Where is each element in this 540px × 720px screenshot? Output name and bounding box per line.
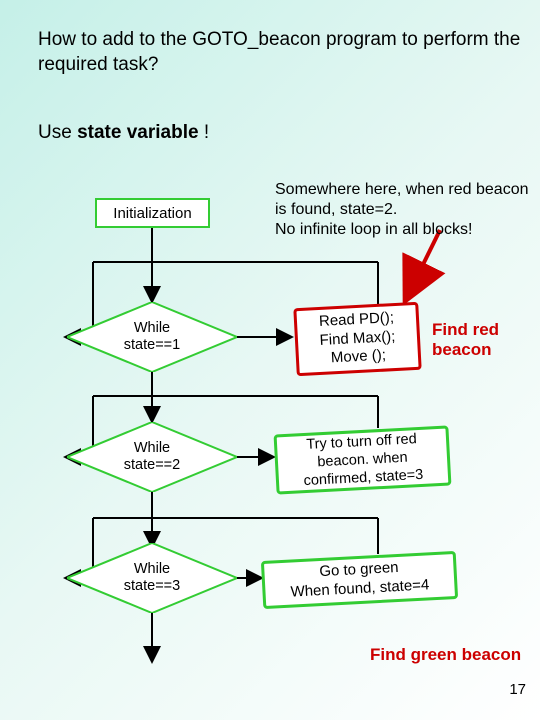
proc2-text: Try to turn off red beacon. when confirm…: [301, 430, 423, 491]
proc1-text: Read PD(); Find Max(); Move ();: [318, 309, 397, 369]
diamond-state1: While state==1: [67, 302, 237, 372]
proc-turn-off: Try to turn off red beacon. when confirm…: [274, 425, 452, 494]
page-title: How to add to the GOTO_beacon program to…: [38, 28, 540, 77]
subtitle-pre: Use: [38, 122, 77, 143]
diamond3-text: While state==3: [124, 561, 180, 596]
init-box: Initialization: [95, 198, 210, 228]
proc3-text: Go to green When found, state=4: [289, 558, 430, 603]
proc-read-pd: Read PD(); Find Max(); Move ();: [293, 302, 421, 376]
diamond1-text: While state==1: [124, 320, 180, 355]
annotation-text: Somewhere here, when red beacon is found…: [275, 180, 540, 240]
diamond2-text: While state==2: [124, 440, 180, 475]
diamond-state3: While state==3: [67, 543, 237, 613]
label-find-red: Find red beacon: [432, 320, 540, 361]
diamond-state2: While state==2: [67, 422, 237, 492]
subtitle-bold: state variable: [77, 122, 198, 143]
subtitle: Use state variable !: [38, 122, 209, 144]
proc-go-green: Go to green When found, state=4: [261, 551, 458, 609]
subtitle-post: !: [199, 122, 210, 143]
init-label: Initialization: [113, 205, 191, 222]
page-number: 17: [509, 681, 526, 698]
label-find-green: Find green beacon: [370, 645, 521, 665]
